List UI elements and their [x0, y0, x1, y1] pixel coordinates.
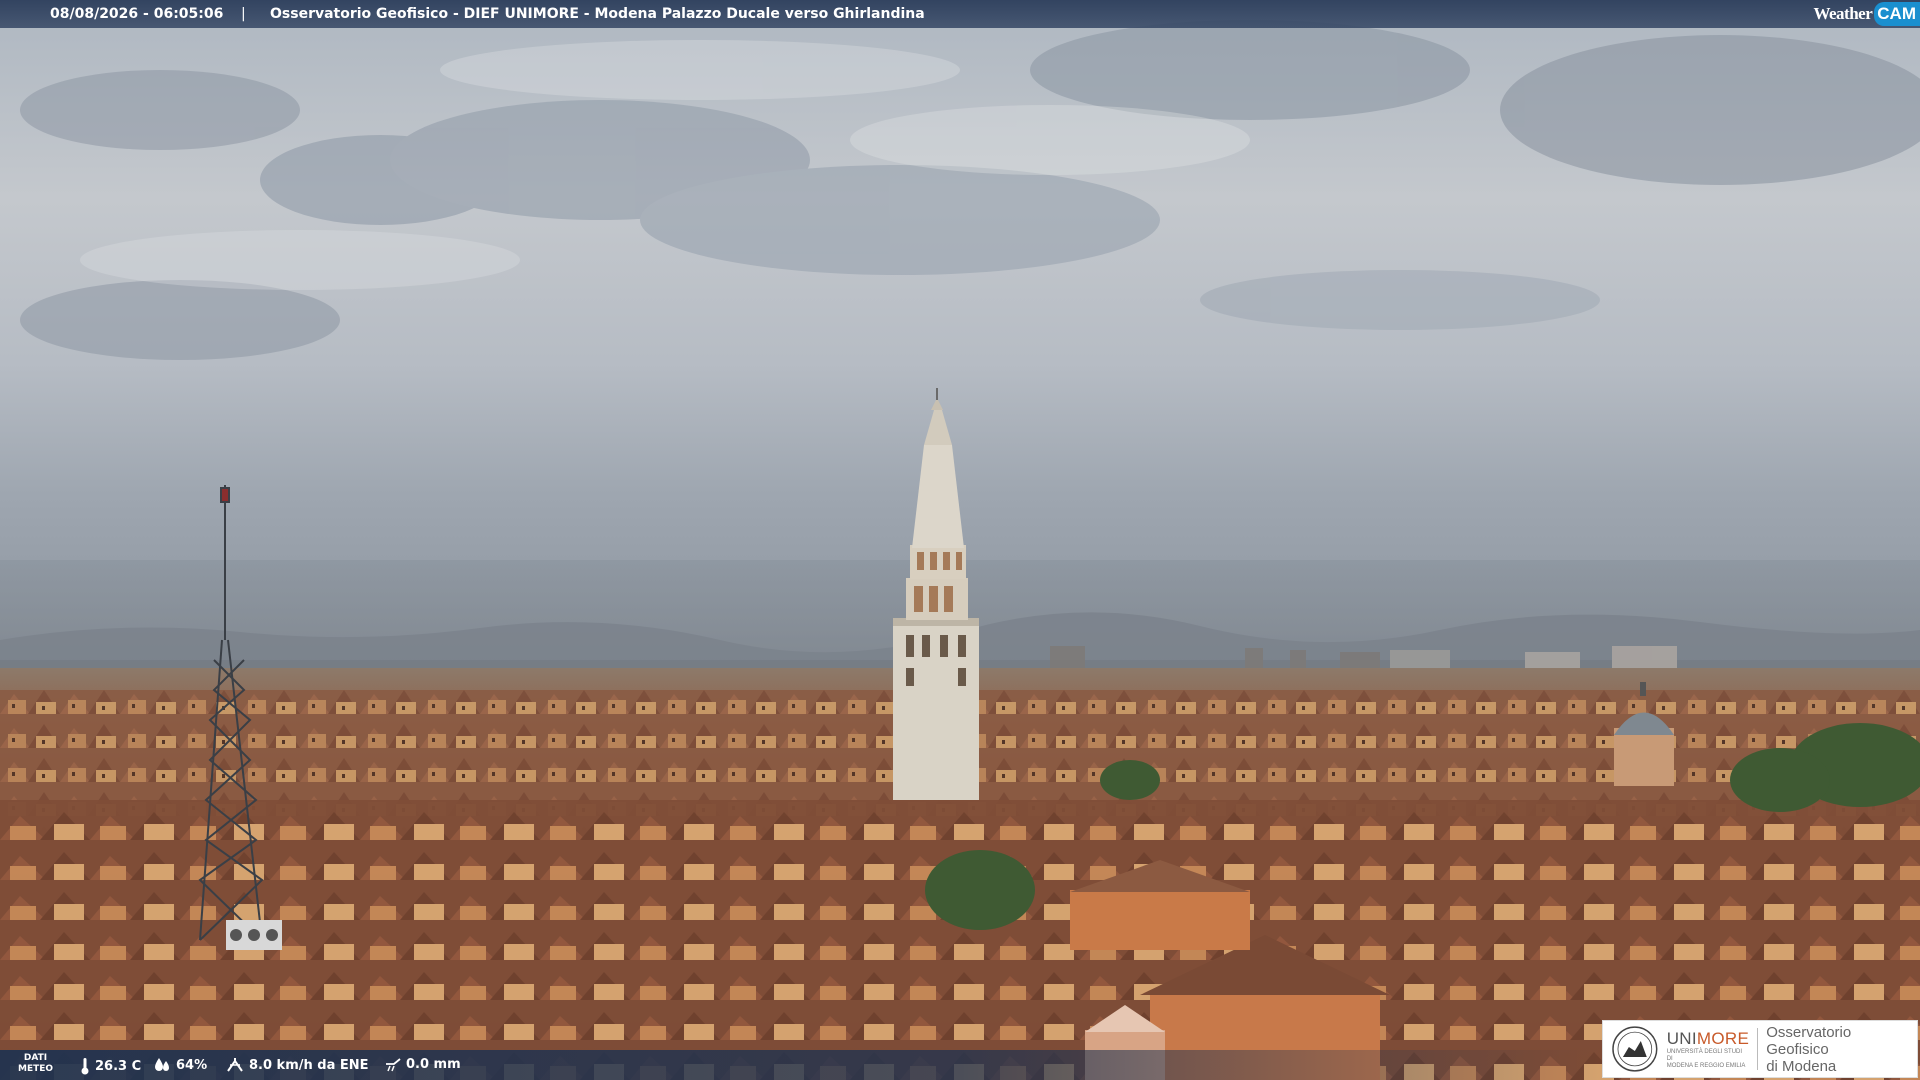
top-overlay-bar: 08/08/2026 - 06:05:06 | Osservatorio Geo…: [0, 0, 1920, 28]
webcam-scene: [0, 0, 1920, 1080]
camera-caption: Osservatorio Geofisico - DIEF UNIMORE - …: [270, 6, 925, 22]
timestamp: 08/08/2026 - 06:05:06: [50, 6, 224, 22]
uni-suffix: MORE: [1696, 1028, 1750, 1048]
wind-value: 8.0 km/h da ENE: [249, 1057, 369, 1073]
uni-sub-line2: MODENA E REGGIO EMILIA: [1666, 1062, 1746, 1069]
obs-line1: Osservatorio Geofisico: [1766, 1023, 1852, 1058]
humidity-value: 64%: [176, 1057, 208, 1073]
university-seal-icon: [1612, 1026, 1658, 1072]
wind-icon: [227, 1058, 243, 1072]
brand-weather-text: Weather: [1813, 4, 1873, 23]
logo-divider: [1757, 1028, 1759, 1070]
dati-meteo-label: DATI METEO: [18, 1053, 53, 1075]
thermometer-icon: [81, 1058, 89, 1075]
meteo-label: METEO: [18, 1064, 54, 1074]
observatory-name: Osservatorio Geofisico di Modena: [1766, 1024, 1917, 1075]
temperature-item: 26.3 C: [80, 1057, 141, 1075]
weathercam-logo: Weather CAM: [1813, 0, 1920, 28]
rain-gauge-icon: [386, 1057, 401, 1071]
rain-item: 0.0 mm: [385, 1057, 461, 1072]
weather-data-bar: DATI METEO 26.3 C 64% 8.0 km/h da ENE 0.…: [0, 1050, 1600, 1080]
unimore-logo-box: UNIMORE UNIVERSITÀ DEGLI STUDI DI MODENA…: [1602, 1020, 1918, 1078]
rain-value: 0.0 mm: [406, 1057, 461, 1072]
temperature-value: 26.3 C: [95, 1058, 142, 1074]
wind-item: 8.0 km/h da ENE: [226, 1057, 369, 1073]
uni-sub-line1: UNIVERSITÀ DEGLI STUDI DI: [1666, 1048, 1743, 1062]
unimore-wordmark: UNIMORE UNIVERSITÀ DEGLI STUDI DI MODENA…: [1667, 1029, 1750, 1070]
brand-cam-text: CAM: [1874, 2, 1920, 26]
dati-label: DATI: [23, 1053, 48, 1063]
droplet-icon: [155, 1058, 169, 1071]
uni-prefix: UNI: [1666, 1028, 1697, 1048]
humidity-item: 64%: [153, 1057, 207, 1073]
separator: |: [241, 6, 246, 22]
obs-line2: di Modena: [1766, 1057, 1837, 1075]
